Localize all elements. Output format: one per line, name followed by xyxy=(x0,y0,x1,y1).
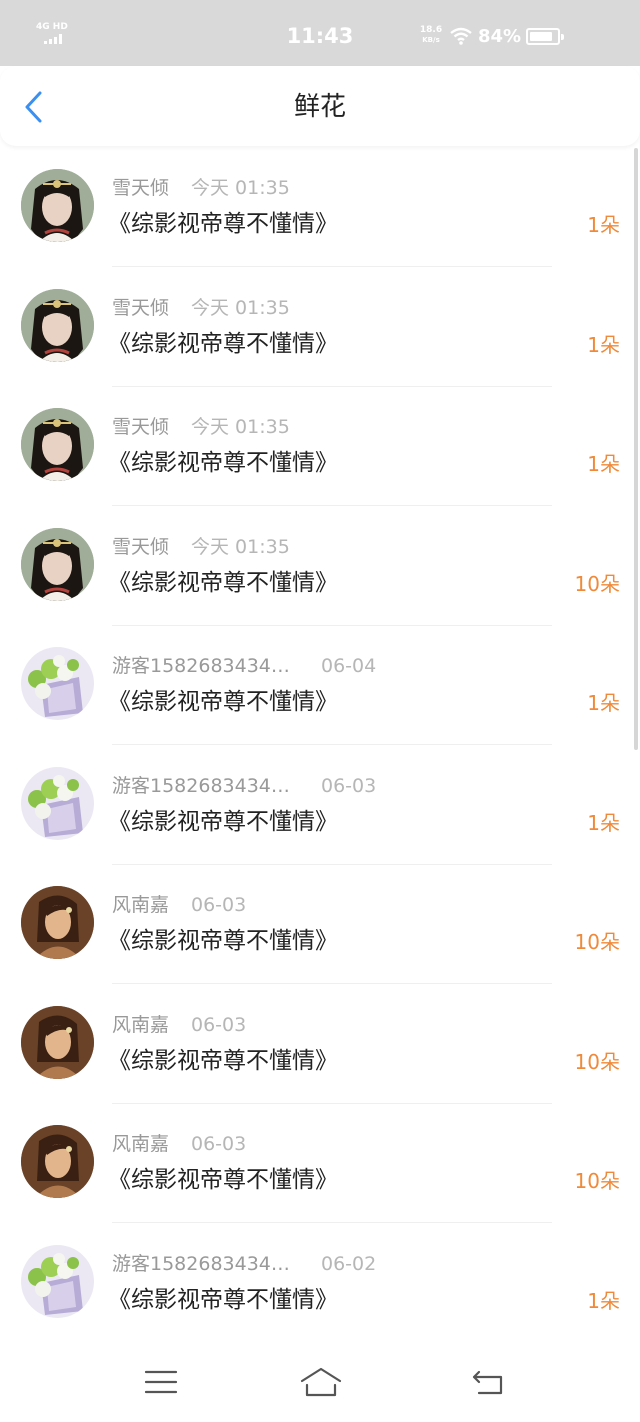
list-item[interactable]: 游客1582683434… 06-02 《综影视帝尊不懂情》 1朵 xyxy=(0,1224,640,1342)
send-time: 今天 01:35 xyxy=(191,535,290,558)
avatar[interactable] xyxy=(21,766,94,840)
avatar[interactable] xyxy=(21,1005,94,1079)
flower-count: 10朵 xyxy=(574,571,620,596)
send-time: 今天 01:35 xyxy=(191,296,290,319)
list-item[interactable]: 游客1582683434… 06-04 《综影视帝尊不懂情》 1朵 xyxy=(0,626,640,745)
speed-value: 18.6 xyxy=(419,25,443,35)
battery-icon xyxy=(526,28,564,45)
sender-name: 雪天倾 xyxy=(112,535,170,558)
sender-name: 游客1582683434… xyxy=(112,774,290,797)
book-title: 《综影视帝尊不懂情》 xyxy=(108,569,338,596)
send-time: 06-02 xyxy=(321,1252,377,1275)
send-time: 06-03 xyxy=(321,774,377,797)
avatar[interactable] xyxy=(21,527,94,601)
flower-count: 1朵 xyxy=(587,810,620,835)
page-title: 鲜花 xyxy=(293,92,346,122)
book-title: 《综影视帝尊不懂情》 xyxy=(108,1286,338,1313)
sender-name: 雪天倾 xyxy=(112,416,170,438)
list-item[interactable]: 雪天倾 今天 01:35 《综影视帝尊不懂情》 10朵 xyxy=(0,507,640,626)
sender-name: 雪天倾 xyxy=(112,177,170,199)
list-item[interactable]: 风南嘉 06-03 《综影视帝尊不懂情》 10朵 xyxy=(0,985,640,1104)
avatar[interactable] xyxy=(21,288,94,362)
flower-count: 1朵 xyxy=(587,332,620,357)
avatar[interactable] xyxy=(21,169,94,242)
flower-list[interactable]: 雪天倾 今天 01:35 《综影视帝尊不懂情》 1朵 雪天倾 今天 01:35 《综影视帝尊… xyxy=(0,148,640,1341)
flower-count: 1朵 xyxy=(587,691,620,715)
book-title: 《综影视帝尊不懂情》 xyxy=(108,450,338,476)
send-time: 06-03 xyxy=(191,1013,247,1036)
send-time: 今天 01:35 xyxy=(191,177,290,199)
sender-name: 风南嘉 xyxy=(112,1013,170,1036)
book-title: 《综影视帝尊不懂情》 xyxy=(108,689,338,715)
sender-name: 游客1582683434… xyxy=(112,655,290,677)
list-item[interactable]: 雪天倾 今天 01:35 《综影视帝尊不懂情》 1朵 xyxy=(0,268,640,387)
menu-icon[interactable] xyxy=(143,1366,179,1398)
flower-count: 1朵 xyxy=(587,1288,620,1313)
list-item[interactable]: 雪天倾 今天 01:35 《综影视帝尊不懂情》 1朵 xyxy=(0,387,640,506)
scrollbar[interactable] xyxy=(634,148,638,750)
battery-percent: 84% xyxy=(478,26,522,47)
list-item[interactable]: 雪天倾 今天 01:35 《综影视帝尊不懂情》 1朵 xyxy=(0,148,640,267)
flower-count: 10朵 xyxy=(574,1049,620,1074)
book-title: 《综影视帝尊不懂情》 xyxy=(108,808,338,835)
book-title: 《综影视帝尊不懂情》 xyxy=(108,928,338,954)
list-item[interactable]: 风南嘉 06-03 《综影视帝尊不懂情》 10朵 xyxy=(0,865,640,984)
send-time: 06-03 xyxy=(191,1133,247,1155)
status-bar: 4G HD 11:43 18.6 KB/s 84% xyxy=(0,0,640,66)
book-title: 《综影视帝尊不懂情》 xyxy=(108,330,338,357)
flower-count: 1朵 xyxy=(587,452,620,476)
avatar[interactable] xyxy=(21,408,94,481)
avatar[interactable] xyxy=(21,1244,94,1318)
list-item[interactable]: 游客1582683434… 06-03 《综影视帝尊不懂情》 1朵 xyxy=(0,746,640,865)
list-item[interactable]: 风南嘉 06-03 《综影视帝尊不懂情》 10朵 xyxy=(0,1104,640,1223)
sender-name: 风南嘉 xyxy=(112,894,170,916)
network-speed: 18.6 KB/s xyxy=(418,25,444,45)
wifi-icon xyxy=(450,27,472,45)
speed-unit: KB/s xyxy=(422,36,440,44)
header: 鲜花 xyxy=(0,66,640,146)
avatar[interactable] xyxy=(21,886,94,959)
book-title: 《综影视帝尊不懂情》 xyxy=(108,211,338,237)
sender-name: 风南嘉 xyxy=(112,1133,170,1155)
send-time: 06-04 xyxy=(321,655,377,677)
book-title: 《综影视帝尊不懂情》 xyxy=(108,1167,338,1193)
sender-name: 游客1582683434… xyxy=(112,1252,290,1275)
flower-count: 10朵 xyxy=(574,1169,620,1193)
home-icon[interactable] xyxy=(300,1366,342,1398)
send-time: 06-03 xyxy=(191,894,247,916)
send-time: 今天 01:35 xyxy=(191,416,290,438)
avatar[interactable] xyxy=(21,647,94,720)
book-title: 《综影视帝尊不懂情》 xyxy=(108,1047,338,1074)
back-icon[interactable] xyxy=(470,1366,506,1398)
sender-name: 雪天倾 xyxy=(112,296,170,319)
flower-count: 1朵 xyxy=(587,213,620,237)
system-nav-bar xyxy=(0,1342,640,1422)
avatar[interactable] xyxy=(21,1125,94,1198)
flower-count: 10朵 xyxy=(574,930,620,954)
